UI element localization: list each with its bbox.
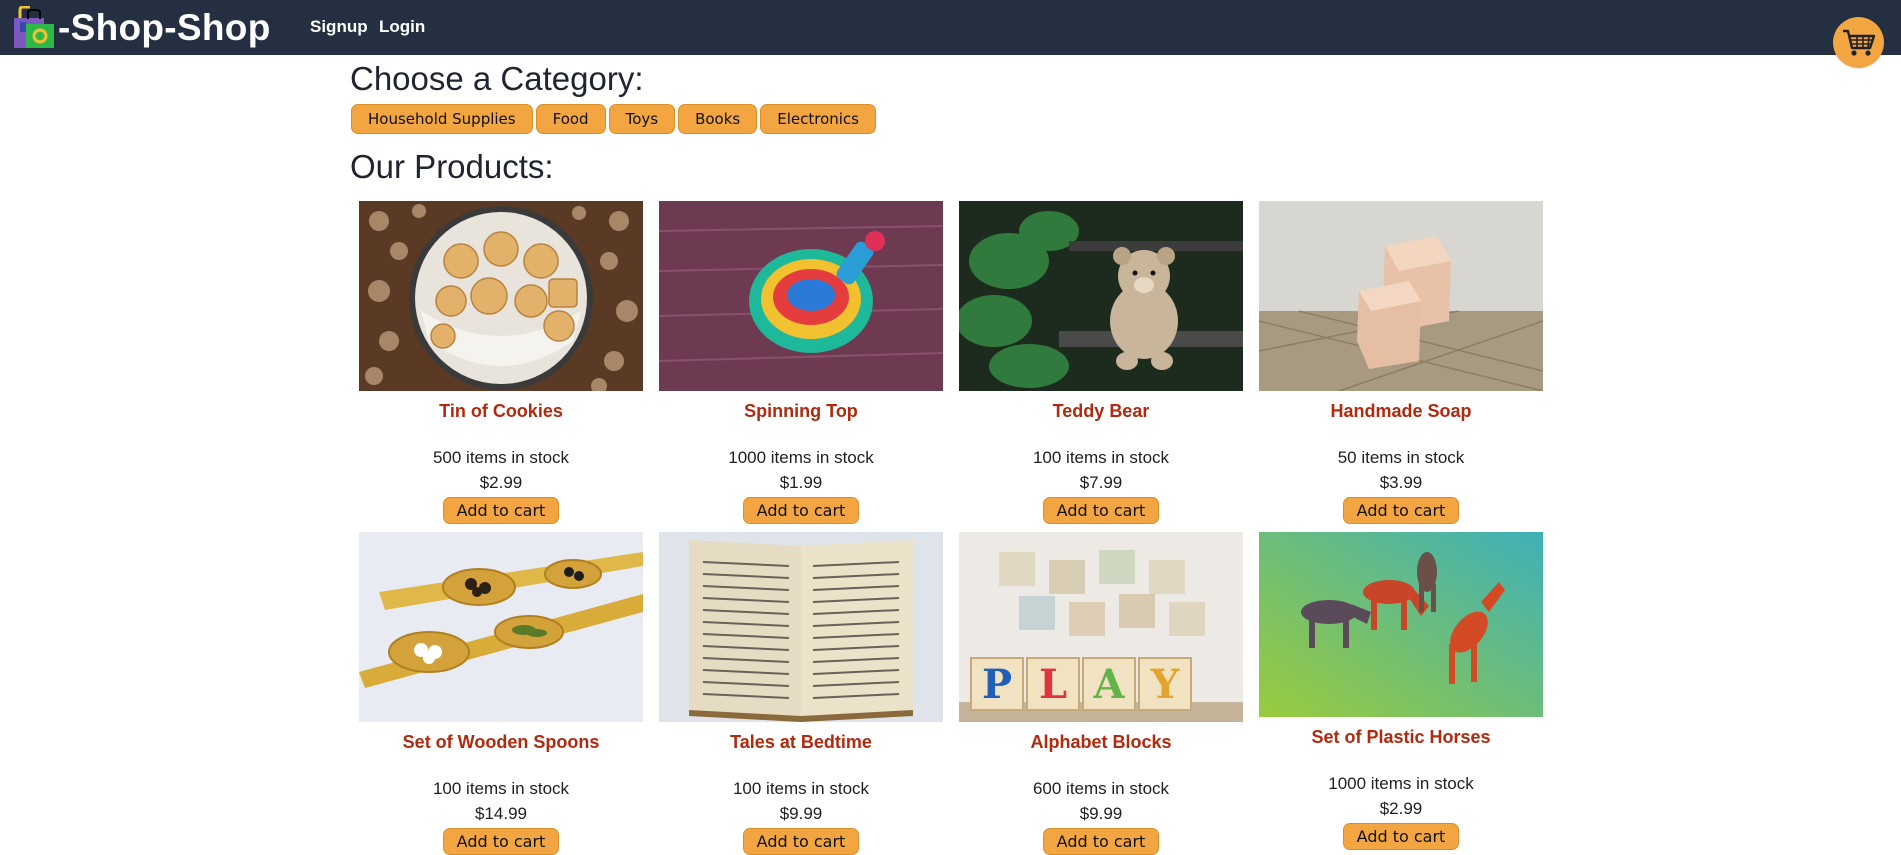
product-stock: 100 items in stock: [432, 779, 570, 798]
product-card: P L A Y Alphabet Blocks 600 items in sto…: [959, 532, 1243, 855]
add-to-cart-button[interactable]: Add to cart: [442, 497, 560, 524]
product-price: $9.99: [1079, 804, 1123, 823]
category-food[interactable]: Food: [535, 104, 606, 134]
add-to-cart-button[interactable]: Add to cart: [742, 497, 860, 524]
brand-link[interactable]: -Shop-Shop: [12, 6, 271, 50]
product-stock: 1000 items in stock: [1328, 774, 1474, 793]
product-card: Teddy Bear 100 items in stock $7.99 Add …: [959, 201, 1243, 524]
product-image-cookies[interactable]: [359, 201, 643, 391]
category-heading: Choose a Category:: [350, 60, 644, 97]
category-electronics[interactable]: Electronics: [760, 104, 876, 134]
product-card: Handmade Soap 50 items in stock $3.99 Ad…: [1259, 201, 1543, 524]
category-list: Household Supplies Food Toys Books Elect…: [351, 104, 879, 134]
product-card: Set of Plastic Horses 1000 items in stoc…: [1259, 532, 1543, 850]
add-to-cart-button[interactable]: Add to cart: [1042, 828, 1160, 855]
signup-link[interactable]: Signup: [310, 17, 368, 37]
top-navbar: -Shop-Shop Signup Login: [0, 0, 1901, 55]
product-price: $2.99: [479, 473, 523, 492]
product-image-plastic-horses[interactable]: [1259, 532, 1543, 717]
product-card: Tales at Bedtime 100 items in stock $9.9…: [659, 532, 943, 855]
product-image-alphabet-blocks[interactable]: P L A Y: [959, 532, 1243, 722]
product-image-open-book[interactable]: [659, 532, 943, 722]
product-name[interactable]: Teddy Bear: [959, 401, 1243, 422]
product-image-spinning-top[interactable]: [659, 201, 943, 391]
cart-button[interactable]: [1833, 17, 1884, 68]
product-stock: 1000 items in stock: [728, 448, 874, 467]
product-name[interactable]: Set of Plastic Horses: [1259, 727, 1543, 748]
add-to-cart-button[interactable]: Add to cart: [1342, 823, 1460, 850]
product-image-wooden-spoons[interactable]: [359, 532, 643, 722]
product-card: Tin of Cookies 500 items in stock $2.99 …: [359, 201, 643, 524]
svg-text:Y: Y: [1150, 661, 1180, 708]
svg-text:P: P: [982, 661, 1012, 708]
product-name[interactable]: Tales at Bedtime: [659, 732, 943, 753]
product-name[interactable]: Set of Wooden Spoons: [359, 732, 643, 753]
product-stock: 100 items in stock: [732, 779, 870, 798]
category-toys[interactable]: Toys: [608, 104, 676, 134]
product-card: Spinning Top 1000 items in stock $1.99 A…: [659, 201, 943, 524]
login-link[interactable]: Login: [379, 17, 425, 37]
product-price: $14.99: [475, 804, 527, 823]
add-to-cart-button[interactable]: Add to cart: [1042, 497, 1160, 524]
product-price: $1.99: [779, 473, 823, 492]
product-name[interactable]: Alphabet Blocks: [959, 732, 1243, 753]
product-price: $3.99: [1379, 473, 1423, 492]
product-card: Set of Wooden Spoons 100 items in stock …: [359, 532, 643, 855]
shopping-bag-icon: [14, 6, 54, 48]
category-household-supplies[interactable]: Household Supplies: [351, 104, 533, 134]
product-price: $9.99: [779, 804, 823, 823]
svg-text:L: L: [1039, 661, 1067, 708]
product-stock: 500 items in stock: [432, 448, 570, 467]
product-stock: 50 items in stock: [1337, 448, 1465, 467]
product-name[interactable]: Tin of Cookies: [359, 401, 643, 422]
shopping-cart-icon: [1842, 29, 1875, 56]
product-name[interactable]: Handmade Soap: [1259, 401, 1543, 422]
product-image-teddy-bear[interactable]: [959, 201, 1243, 391]
add-to-cart-button[interactable]: Add to cart: [742, 828, 860, 855]
products-heading: Our Products:: [350, 148, 554, 185]
add-to-cart-button[interactable]: Add to cart: [442, 828, 560, 855]
add-to-cart-button[interactable]: Add to cart: [1342, 497, 1460, 524]
product-stock: 100 items in stock: [1032, 448, 1170, 467]
product-image-soap[interactable]: [1259, 201, 1543, 391]
product-price: $7.99: [1079, 473, 1123, 492]
brand-name: -Shop-Shop: [58, 7, 271, 48]
product-price: $2.99: [1379, 799, 1423, 818]
category-books[interactable]: Books: [678, 104, 758, 134]
svg-text:A: A: [1092, 661, 1125, 708]
product-name[interactable]: Spinning Top: [659, 401, 943, 422]
product-stock: 600 items in stock: [1032, 779, 1170, 798]
